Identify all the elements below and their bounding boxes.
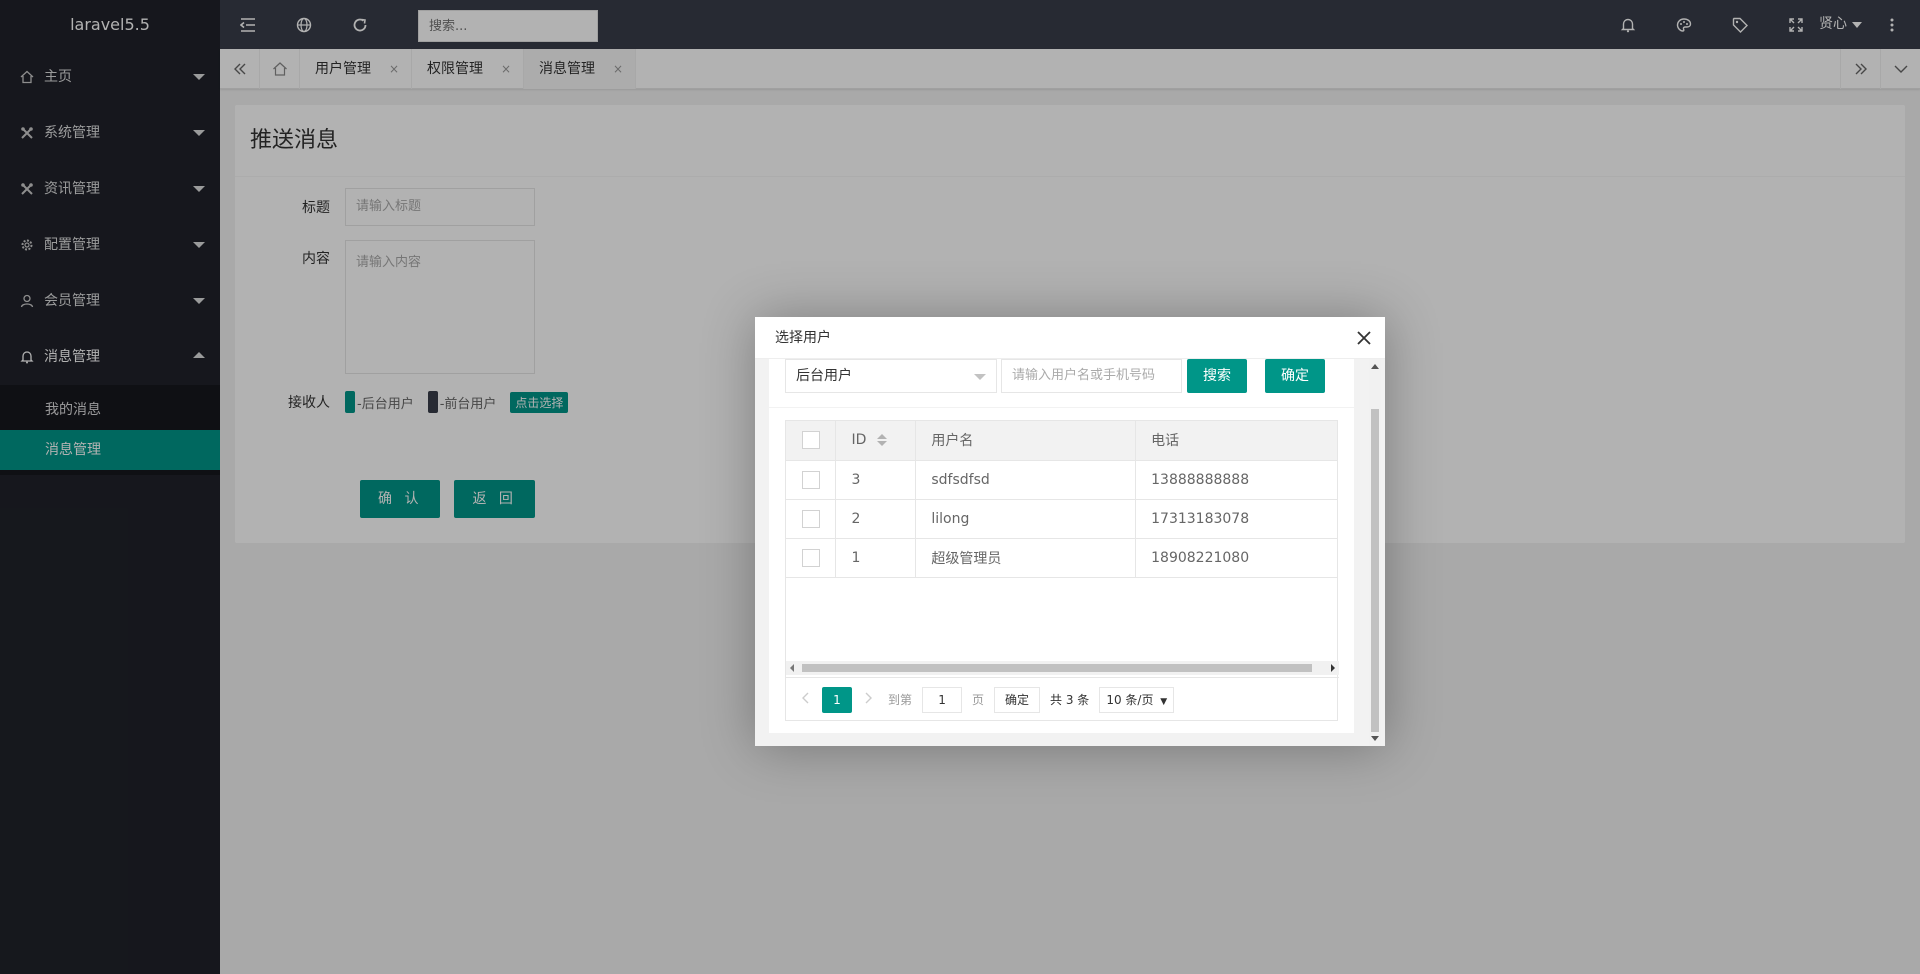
scroll-up-icon[interactable] [1371, 364, 1379, 369]
user-type-select[interactable]: 后台用户 [785, 359, 997, 393]
column-header-id[interactable]: ID [835, 421, 917, 461]
cell-username: 超级管理员 [915, 538, 1137, 578]
cell-username: sdfsdfsd [915, 460, 1137, 500]
table-header-row: ID 用户名 电话 [786, 421, 1338, 461]
prev-page-icon[interactable] [796, 692, 814, 707]
page-unit-label: 页 [972, 693, 985, 707]
horizontal-scrollbar[interactable] [786, 661, 1339, 675]
row-checkbox[interactable] [801, 509, 820, 528]
close-icon[interactable] [1355, 329, 1373, 347]
page-size-select[interactable]: 10 条/页 ▼ [1099, 686, 1175, 713]
goto-page-input[interactable]: 1 [922, 686, 963, 713]
caret-down-icon: ▼ [1160, 696, 1168, 707]
scroll-down-icon[interactable] [1371, 736, 1379, 741]
column-header-username: 用户名 [915, 421, 1137, 461]
goto-button[interactable]: 确定 [994, 686, 1041, 713]
scroll-right-icon[interactable] [1331, 664, 1335, 672]
vertical-scrollbar[interactable] [1369, 359, 1381, 746]
scrollbar-thumb[interactable] [802, 664, 1312, 672]
modal-frame: 后台用户 请输入用户名或手机号码 搜索 确定 ID 用户名 电话 3 sdfsd… [769, 359, 1354, 733]
modal-title: 选择用户 [755, 317, 1385, 359]
row-checkbox-cell [786, 460, 837, 500]
sort-icon[interactable] [876, 434, 887, 447]
select-user-modal: 选择用户 后台用户 请输入用户名或手机号码 搜索 确定 ID 用户名 电话 3 … [755, 317, 1385, 746]
cell-id: 2 [835, 499, 917, 539]
scrollbar-thumb[interactable] [1371, 409, 1379, 732]
divider [769, 407, 1354, 408]
current-page[interactable]: 1 [822, 686, 852, 713]
keyword-input[interactable]: 请输入用户名或手机号码 [1001, 359, 1182, 393]
users-table: ID 用户名 电话 3 sdfsdfsd 13888888888 2 lilon… [785, 420, 1339, 721]
goto-label: 到第 [888, 693, 913, 707]
scroll-left-icon[interactable] [790, 664, 794, 672]
column-header-phone: 电话 [1135, 421, 1338, 461]
cell-username: lilong [915, 499, 1137, 539]
modal-body: 后台用户 请输入用户名或手机号码 搜索 确定 ID 用户名 电话 3 sdfsd… [755, 359, 1385, 746]
cell-phone: 18908221080 [1135, 538, 1338, 578]
cell-phone: 13888888888 [1135, 460, 1338, 500]
chevron-down-icon [974, 374, 986, 380]
table-row[interactable]: 3 sdfsdfsd 13888888888 [786, 460, 1338, 500]
search-button[interactable]: 搜索 [1187, 359, 1247, 393]
select-all-checkbox[interactable] [801, 431, 820, 450]
table-row[interactable]: 2 lilong 17313183078 [786, 499, 1338, 539]
select-all-cell [786, 421, 837, 461]
row-checkbox[interactable] [801, 470, 820, 489]
pagination: 1 到第 1 页 确定 共 3 条 10 条/页 ▼ [786, 677, 1339, 721]
next-page-icon[interactable] [860, 692, 878, 707]
row-checkbox-cell [786, 538, 837, 578]
total-count: 共 3 条 [1050, 693, 1090, 707]
select-value: 后台用户 [796, 368, 852, 384]
row-checkbox[interactable] [801, 548, 820, 567]
row-checkbox-cell [786, 499, 837, 539]
table-row[interactable]: 1 超级管理员 18908221080 [786, 538, 1338, 578]
cell-phone: 17313183078 [1135, 499, 1338, 539]
cell-id: 3 [835, 460, 917, 500]
cell-id: 1 [835, 538, 917, 578]
confirm-button[interactable]: 确定 [1265, 359, 1325, 393]
